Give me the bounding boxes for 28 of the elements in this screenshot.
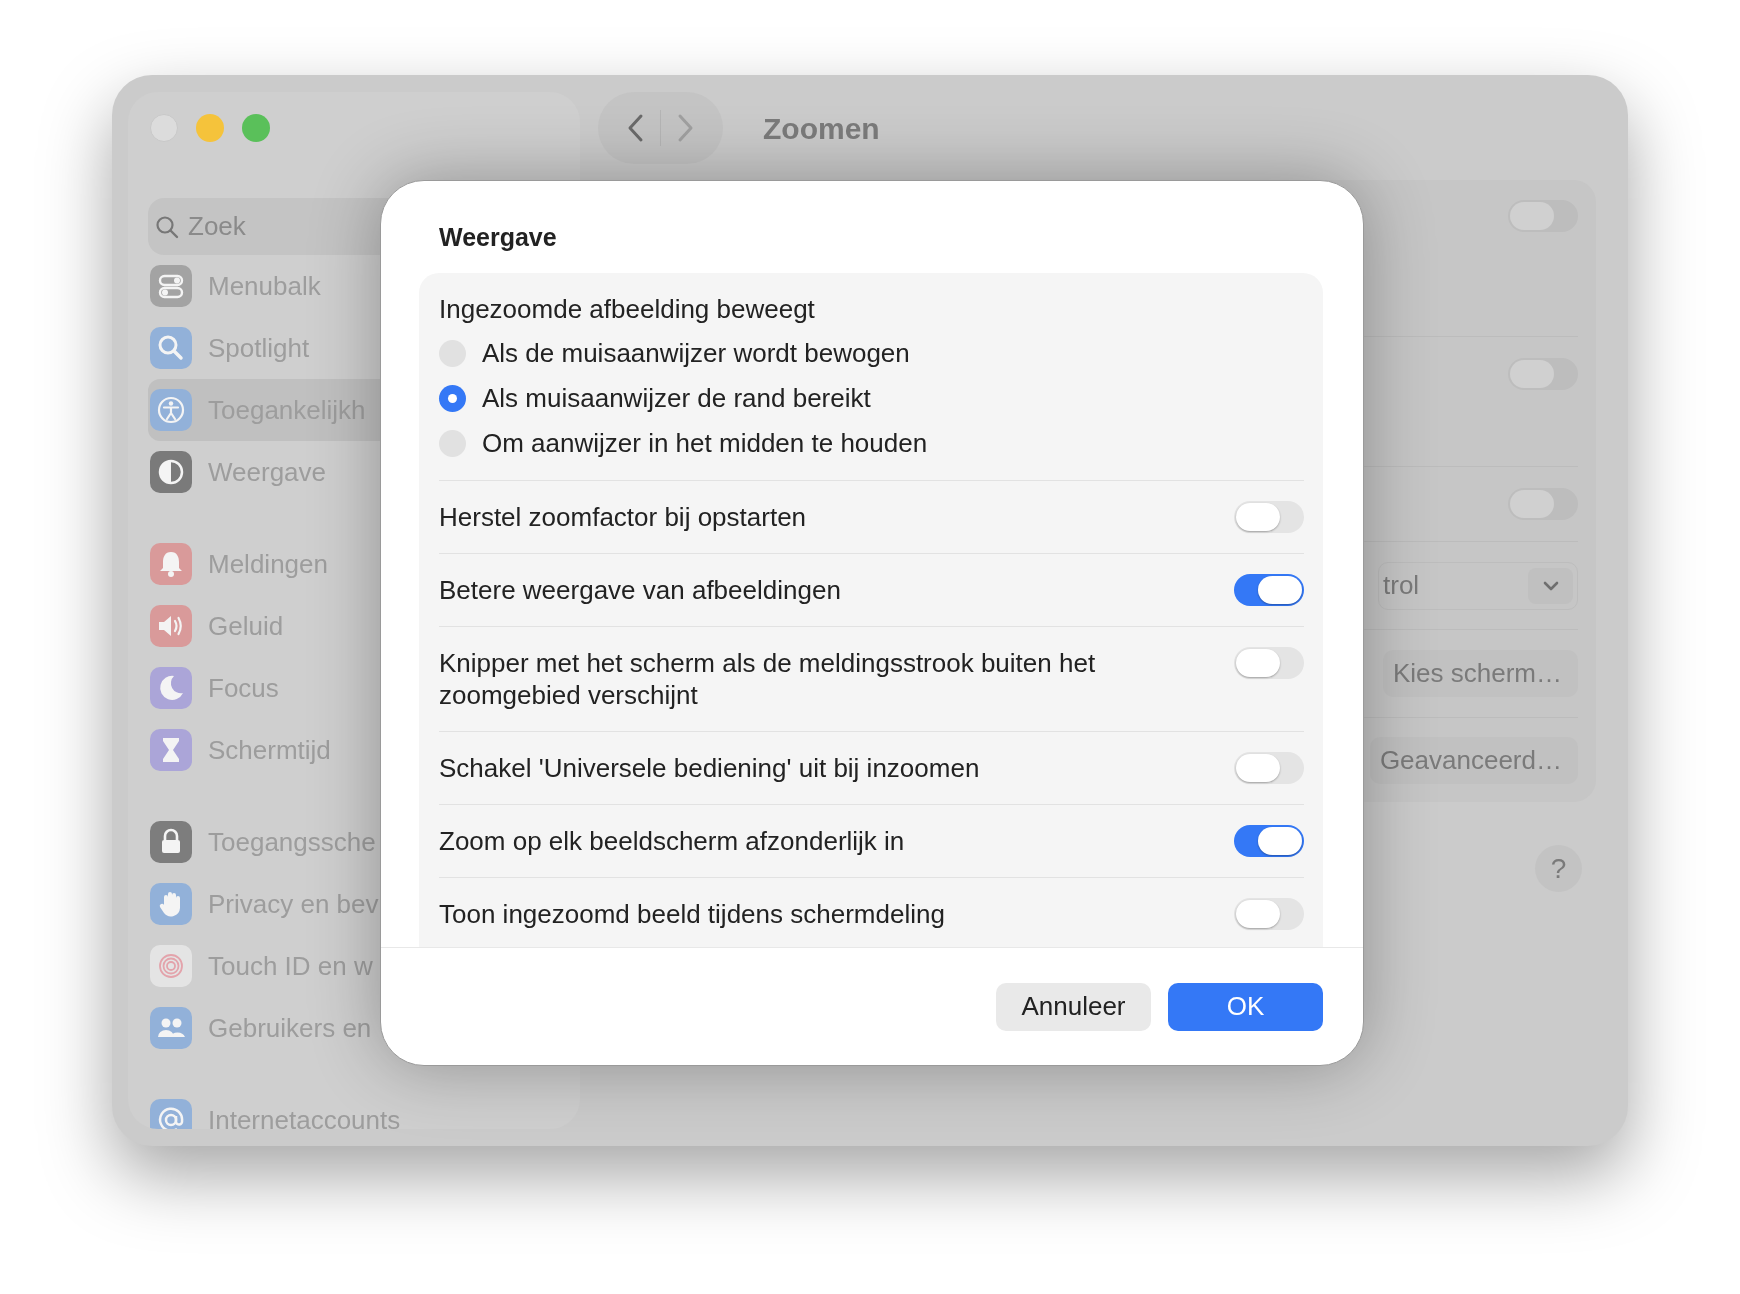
toggle-switch[interactable] <box>1234 647 1304 679</box>
radio-label[interactable]: Om aanwijzer in het midden te houden <box>482 424 928 463</box>
setting-label: Toon ingezoomd beeld tijdens schermdeling <box>439 898 945 930</box>
setting-label: Zoom op elk beeldscherm afzonderlijk in <box>439 825 905 857</box>
toggle-switch[interactable] <box>1234 825 1304 857</box>
minimize-light[interactable] <box>196 114 224 142</box>
radio-label[interactable]: Als de muisaanwijzer wordt bewogen <box>482 334 910 373</box>
setting-label: Betere weergave van afbeeldingen <box>439 574 841 606</box>
help-button[interactable]: ? <box>1535 845 1582 892</box>
toggle-switch[interactable] <box>1234 898 1304 930</box>
toggle-switch[interactable] <box>1234 501 1304 533</box>
panel-button[interactable]: Kies scherm… <box>1382 650 1578 697</box>
radio-button[interactable] <box>439 385 466 412</box>
toggle-switch[interactable] <box>1234 752 1304 784</box>
dropdown[interactable]: trol <box>1378 561 1578 610</box>
section-heading: Ingezoomde afbeelding beweegt <box>439 294 815 324</box>
zoom-light[interactable] <box>242 114 270 142</box>
setting-label: Knipper met het scherm als de meldingsstrook buiten het zoomgebied verschijnt <box>439 647 1097 711</box>
dialog-title: Weergave <box>439 223 557 251</box>
radio-label[interactable]: Als muisaanwijzer de rand bereikt <box>482 379 871 418</box>
cancel-button[interactable]: Annuleer <box>996 982 1151 1031</box>
chevron-down-icon <box>1541 579 1560 592</box>
window-title: Zoomen <box>763 110 880 147</box>
panel-button[interactable]: Geavanceerd… <box>1369 736 1578 784</box>
ok-button[interactable]: OK <box>1168 982 1323 1031</box>
setting-label: Schakel 'Universele bediening' uit bij inzoomen <box>439 752 980 784</box>
toggle-switch[interactable] <box>1234 574 1304 606</box>
setting-label: Herstel zoomfactor bij opstarten <box>439 501 807 533</box>
